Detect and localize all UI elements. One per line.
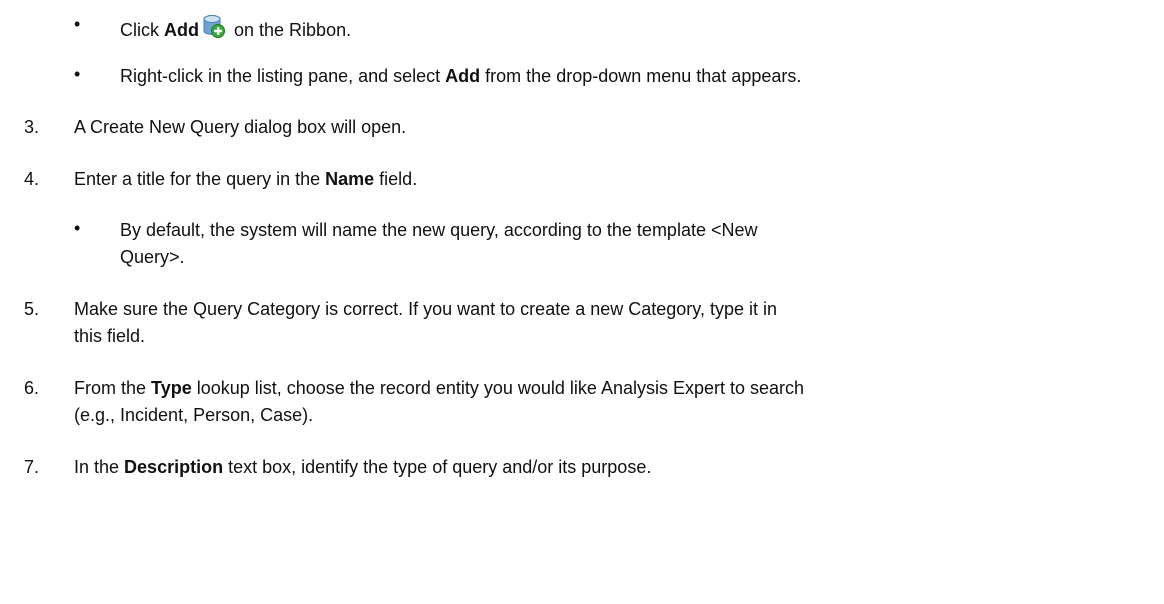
- list-item-text: Right-click in the listing pane, and sel…: [120, 64, 801, 88]
- text-span: field.: [374, 169, 418, 189]
- list-item-text: Click Add on the Ribbon.: [120, 14, 351, 44]
- step-text-continued: (e.g., Incident, Person, Case).: [74, 405, 314, 425]
- bold-term: Add: [445, 66, 481, 86]
- step-number: 5.: [24, 299, 40, 319]
- step-number: 6.: [24, 378, 40, 398]
- bold-term: Type: [151, 378, 192, 398]
- text-span: lookup list, choose the record entity yo…: [191, 378, 805, 398]
- step-text: In the Description text box, identify th…: [74, 455, 651, 479]
- list-item-text-continued: Query>.: [120, 247, 185, 267]
- text-span: Click: [120, 20, 164, 40]
- bold-term: Description: [124, 457, 224, 477]
- bold-term: Name: [325, 169, 375, 189]
- document-page: { "sub_bullets_step2": [ { "pre": "Click…: [0, 0, 1164, 604]
- step-text: Make sure the Query Category is correct.…: [74, 299, 777, 319]
- bullet-marker: •: [74, 14, 81, 34]
- step-number: 3.: [24, 117, 40, 137]
- step-text-continued: this field.: [74, 326, 146, 346]
- text-span: text box, identify the type of query and…: [223, 457, 652, 477]
- step-number: 7.: [24, 457, 40, 477]
- step-text: A Create New Query dialog box will open.: [74, 117, 407, 137]
- text-span: From the: [74, 378, 152, 398]
- database-add-icon: [203, 14, 225, 44]
- step-text: Enter a title for the query in the Name …: [74, 167, 417, 191]
- step-text: From the Type lookup list, choose the re…: [74, 376, 804, 400]
- text-span: Right-click in the listing pane, and sel…: [120, 66, 446, 86]
- bold-term: Add: [164, 20, 199, 40]
- text-span: In the: [74, 457, 125, 477]
- text-span: Enter a title for the query in the: [74, 169, 326, 189]
- bullet-marker: •: [74, 64, 81, 84]
- list-item-text: By default, the system will name the new…: [120, 220, 758, 240]
- text-span: on the Ribbon.: [229, 20, 352, 40]
- text-span: from the drop-down menu that appears.: [480, 66, 802, 86]
- bullet-marker: •: [74, 218, 81, 238]
- step-number: 4.: [24, 169, 40, 189]
